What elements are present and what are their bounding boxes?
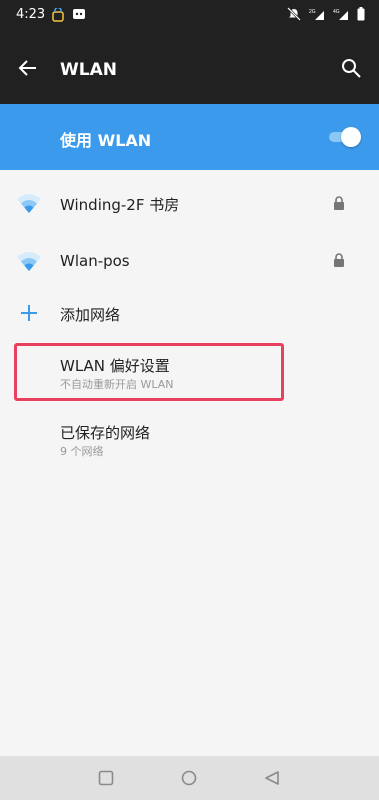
status-bar: 4:23 2G 4G: [0, 0, 379, 30]
notification-app-icon: [52, 8, 64, 22]
navigation-bar: [0, 756, 379, 800]
wlan-master-switch-label: 使用 WLAN: [60, 131, 152, 150]
recent-apps-icon[interactable]: [96, 768, 116, 788]
add-network-row[interactable]: 添加网络: [0, 290, 379, 336]
wifi-signal-icon: [17, 252, 41, 271]
svg-text:2G: 2G: [309, 9, 316, 15]
network-item-wlan-pos[interactable]: Wlan-pos: [0, 236, 379, 286]
app-bar: WLAN: [0, 30, 379, 104]
saved-networks-title: 已保存的网络: [60, 424, 151, 442]
home-icon[interactable]: [179, 768, 199, 788]
wlan-master-switch-row[interactable]: 使用 WLAN: [0, 104, 379, 170]
status-icons-right: 2G 4G: [287, 7, 365, 21]
4g-signal-icon: 4G: [333, 9, 348, 20]
lock-icon: [334, 253, 344, 267]
status-time: 4:23: [16, 7, 46, 22]
svg-text:4G: 4G: [333, 9, 340, 15]
add-network-label: 添加网络: [60, 306, 121, 324]
wlan-toggle[interactable]: [329, 127, 361, 147]
network-ssid: Winding-2F 书房: [60, 196, 180, 214]
mute-icon: [287, 7, 301, 21]
arrow-left-icon[interactable]: [16, 56, 40, 80]
network-item-winding-2f[interactable]: Winding-2F 书房: [0, 170, 379, 236]
back-icon[interactable]: [262, 768, 282, 788]
signal-icon: 2G: [309, 9, 324, 20]
plus-icon: [21, 305, 37, 321]
wifi-signal-icon: [17, 194, 41, 213]
network-ssid: Wlan-pos: [60, 252, 130, 270]
saved-networks-row[interactable]: 已保存的网络 9 个网络: [0, 410, 379, 466]
toggle-thumb: [341, 127, 361, 147]
search-icon[interactable]: [339, 56, 363, 80]
battery-icon: [357, 7, 365, 21]
lock-icon: [334, 196, 344, 210]
page-title: WLAN: [60, 60, 117, 80]
highlight-box: [14, 343, 284, 401]
notification-message-icon: [73, 9, 85, 19]
status-icons-left: [52, 8, 86, 22]
saved-networks-count: 9 个网络: [60, 445, 104, 458]
